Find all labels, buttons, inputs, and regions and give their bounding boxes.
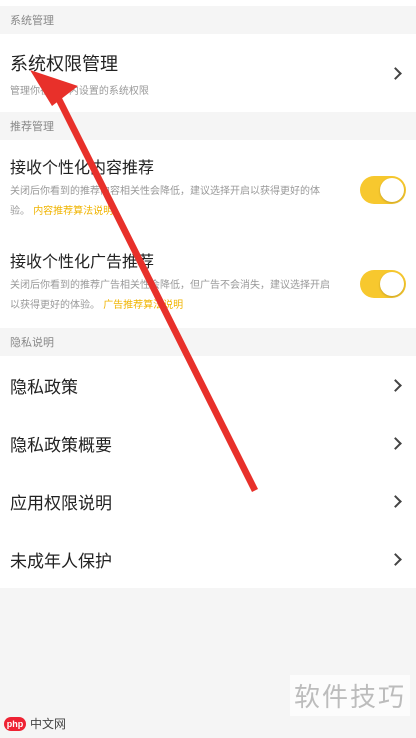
content-recommend-desc: 关闭后你看到的推荐内容相关性会降低，建议选择开启以获得更好的体验。 内容推荐算法… xyxy=(10,182,330,222)
chevron-right-icon xyxy=(389,378,402,392)
watermark-left-text: 中文网 xyxy=(30,717,67,731)
chevron-right-icon xyxy=(389,436,402,450)
ad-recommend-toggle[interactable] xyxy=(360,270,406,298)
system-card: 系统权限管理 管理你在APP内设置的系统权限 xyxy=(0,34,416,112)
ad-recommend-desc: 关闭后你看到的推荐广告相关性会降低，但广告不会消失，建议选择开启以获得更好的体验… xyxy=(10,276,330,316)
recommend-card: 接收个性化内容推荐 关闭后你看到的推荐内容相关性会降低，建议选择开启以获得更好的… xyxy=(0,140,416,328)
php-logo-icon: php xyxy=(4,716,26,731)
app-permission-label: 应用权限说明 xyxy=(10,493,112,514)
toggle-knob xyxy=(380,272,404,296)
system-permission-title: 系统权限管理 xyxy=(10,53,118,75)
system-permission-text: 系统权限管理 管理你在APP内设置的系统权限 xyxy=(10,50,149,97)
content-algorithm-link[interactable]: 内容推荐算法说明 xyxy=(33,206,113,217)
content-recommend-row: 接收个性化内容推荐 关闭后你看到的推荐内容相关性会降低，建议选择开启以获得更好的… xyxy=(0,140,416,234)
system-permission-row[interactable]: 系统权限管理 管理你在APP内设置的系统权限 xyxy=(0,34,416,112)
privacy-policy-label: 隐私政策 xyxy=(10,377,78,398)
section-header-recommend: 推荐管理 xyxy=(0,112,416,140)
chevron-right-icon xyxy=(389,494,402,508)
section-header-system: 系统管理 xyxy=(0,6,416,34)
watermark-right: 软件技巧 xyxy=(289,675,410,716)
ad-recommend-title: 接收个性化广告推荐 xyxy=(10,252,155,271)
content-recommend-toggle[interactable] xyxy=(360,176,406,204)
minor-protection-row[interactable]: 未成年人保护 xyxy=(0,530,416,588)
privacy-card: 隐私政策 隐私政策概要 应用权限说明 未成年人保护 xyxy=(0,356,416,588)
minor-protection-label: 未成年人保护 xyxy=(10,551,112,572)
toggle-knob xyxy=(380,178,404,202)
app-permission-row[interactable]: 应用权限说明 xyxy=(0,472,416,530)
privacy-summary-row[interactable]: 隐私政策概要 xyxy=(0,414,416,472)
privacy-policy-row[interactable]: 隐私政策 xyxy=(0,356,416,414)
privacy-summary-label: 隐私政策概要 xyxy=(10,435,112,456)
system-permission-subtitle: 管理你在APP内设置的系统权限 xyxy=(10,85,149,97)
chevron-right-icon xyxy=(389,552,402,566)
ad-recommend-row: 接收个性化广告推荐 关闭后你看到的推荐广告相关性会降低，但广告不会消失，建议选择… xyxy=(0,234,416,328)
watermark-left: php 中文网 xyxy=(4,715,66,732)
chevron-right-icon xyxy=(389,66,402,80)
section-header-privacy: 隐私说明 xyxy=(0,328,416,356)
ad-algorithm-link[interactable]: 广告推荐算法说明 xyxy=(103,300,183,311)
content-recommend-title: 接收个性化内容推荐 xyxy=(10,158,155,177)
